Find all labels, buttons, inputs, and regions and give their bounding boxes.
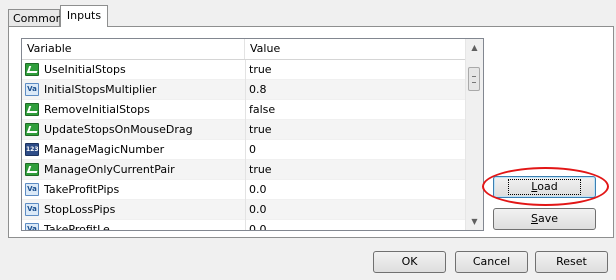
tab-strip: Common Inputs [0,0,616,27]
grid-row[interactable]: Va TakeProfitLe... 0.0 [22,220,467,231]
variable-name: ManageMagicNumber [44,143,165,156]
grid-header: Variable Value [22,39,467,60]
variable-name: TakeProfitPips [44,183,120,196]
grid-row[interactable]: UpdateStopsOnMouseDrag true [22,120,467,140]
bool-icon [25,163,39,176]
double-icon: Va [25,183,39,196]
grid-row[interactable]: 123 ManageMagicNumber 0 [22,140,467,160]
variable-value[interactable]: true [249,120,464,140]
variable-value[interactable]: true [249,60,464,80]
variable-name: UpdateStopsOnMouseDrag [44,123,193,136]
variable-value[interactable]: true [249,160,464,180]
grid-row[interactable]: RemoveInitialStops false [22,100,467,120]
column-header-value[interactable]: Value [245,39,467,59]
variable-name: UseInitialStops [44,63,126,76]
bool-icon [25,63,39,76]
variable-name: TakeProfitLe... [44,223,121,231]
scroll-thumb[interactable] [468,67,480,91]
save-button[interactable]: Save [493,208,596,230]
column-header-variable[interactable]: Variable [22,39,245,59]
variable-name: StopLossPips [44,203,116,216]
inputs-grid: Variable Value UseInitialStops true Va I… [21,38,484,231]
scroll-down-arrow-icon[interactable]: ▼ [466,213,483,230]
variable-value[interactable]: 0.0 [249,220,464,230]
grid-row[interactable]: Va InitialStopsMultiplier 0.8 [22,80,467,100]
load-button[interactable]: Load [493,176,596,198]
int-icon: 123 [25,143,39,156]
variable-value[interactable]: false [249,100,464,120]
tab-common[interactable]: Common [8,9,63,27]
grid-row[interactable]: Va StopLossPips 0.0 [22,200,467,220]
vertical-scrollbar[interactable]: ▲ ▼ [465,39,483,230]
grid-rows: UseInitialStops true Va InitialStopsMult… [22,60,467,231]
grid-row[interactable]: UseInitialStops true [22,60,467,80]
scroll-up-arrow-icon[interactable]: ▲ [466,39,483,56]
variable-value[interactable]: 0.0 [249,200,464,220]
variable-name: InitialStopsMultiplier [44,83,157,96]
variable-name: RemoveInitialStops [44,103,150,116]
double-icon: Va [25,83,39,96]
double-icon: Va [25,203,39,216]
save-button-label: Save [530,212,558,225]
bool-icon [25,123,39,136]
variable-value[interactable]: 0.8 [249,80,464,100]
grid-row[interactable]: ManageOnlyCurrentPair true [22,160,467,180]
variable-name: ManageOnlyCurrentPair [44,163,175,176]
variable-value[interactable]: 0.0 [249,180,464,200]
ok-button[interactable]: OK [373,251,446,273]
variable-value[interactable]: 0 [249,140,464,160]
load-button-label: Load [508,179,581,195]
double-icon: Va [25,223,39,230]
reset-button[interactable]: Reset [535,251,608,273]
cancel-button[interactable]: Cancel [455,251,528,273]
grid-row[interactable]: Va TakeProfitPips 0.0 [22,180,467,200]
bool-icon [25,103,39,116]
tab-inputs[interactable]: Inputs [60,5,108,27]
